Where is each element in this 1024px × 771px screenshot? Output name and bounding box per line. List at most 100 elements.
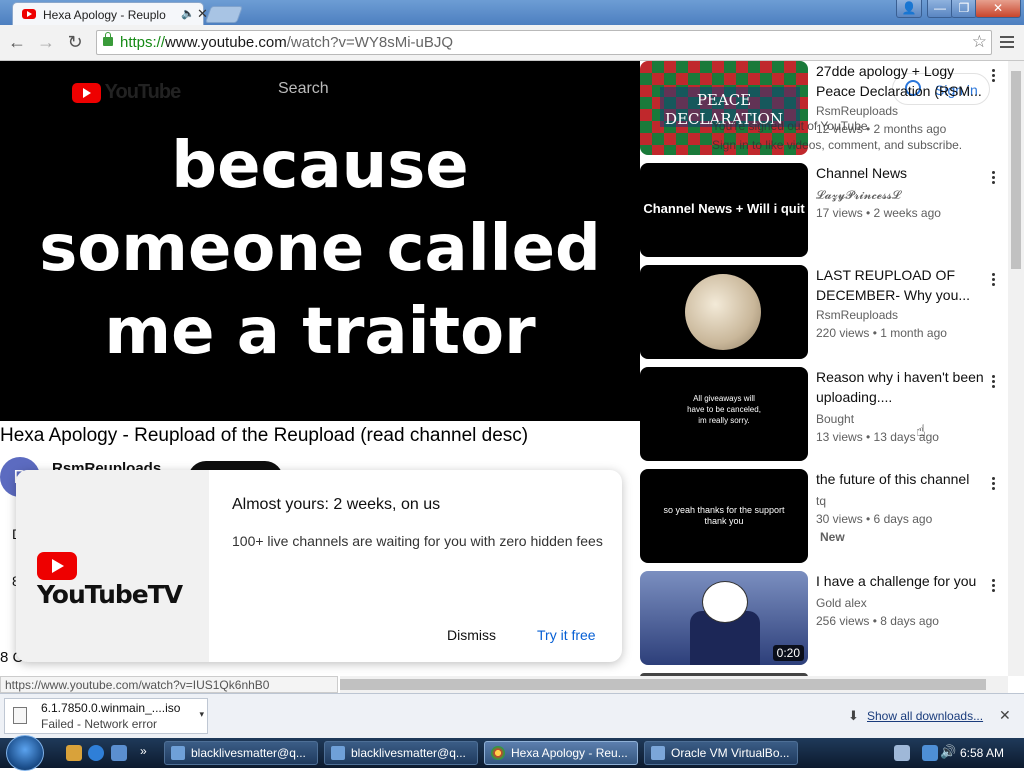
more-options-icon[interactable] xyxy=(992,577,996,594)
planet-image xyxy=(685,274,761,350)
display-icon[interactable] xyxy=(922,745,938,761)
recommendation-item[interactable]: LAST REUPLOAD OF DECEMBER- Why you... Rs… xyxy=(640,265,1010,361)
recommendation-channel[interactable]: tq xyxy=(816,494,826,508)
new-badge: New xyxy=(820,530,845,544)
reload-icon[interactable]: ↻ xyxy=(64,31,86,53)
horizontal-scrollbar[interactable] xyxy=(340,676,1008,693)
recommendation-channel[interactable]: Bought xyxy=(816,412,854,426)
thumbnail-text: Channel News + Will i quit xyxy=(643,201,805,216)
thumbnail-text: so yeah thanks for the support thank you xyxy=(663,505,785,526)
horizontal-scrollbar-thumb[interactable] xyxy=(340,679,986,690)
recommendation-meta: 17 views • 2 weeks ago xyxy=(816,206,941,220)
recommendation-title[interactable]: LAST REUPLOAD OF DECEMBER- Why you... xyxy=(816,265,988,305)
windows-taskbar: » blacklivesmatter@q... blacklivesmatter… xyxy=(0,735,1024,771)
recommendation-title[interactable]: the future of this channel xyxy=(816,469,988,489)
youtube-play-icon xyxy=(72,82,101,103)
try-it-free-button[interactable]: Try it free xyxy=(537,627,596,643)
recommendation-title[interactable]: Channel News xyxy=(816,163,988,183)
tab-title: Hexa Apology - Reuplo xyxy=(43,8,166,22)
folder-icon[interactable] xyxy=(66,745,82,761)
chrome-menu-icon[interactable] xyxy=(998,33,1016,51)
bookmark-star-icon[interactable]: ☆ xyxy=(972,32,987,52)
browser-tab[interactable]: Hexa Apology - Reuplo 🔈 ✕ xyxy=(12,2,208,25)
network-icon[interactable] xyxy=(894,745,910,761)
download-icon: ⬇ xyxy=(848,708,859,723)
taskbar-item[interactable]: blacklivesmatter@q... xyxy=(164,741,318,765)
video-player[interactable]: YouTube Search because someone called me… xyxy=(0,61,640,421)
video-thumbnail[interactable] xyxy=(640,265,808,359)
youtube-favicon-icon xyxy=(22,9,36,19)
new-tab-button[interactable] xyxy=(204,6,244,23)
forward-arrow-icon[interactable]: → xyxy=(35,31,57,53)
video-thumbnail[interactable]: so yeah thanks for the support thank you xyxy=(640,469,808,563)
taskbar-item[interactable]: Oracle VM VirtualBo... xyxy=(644,741,798,765)
download-status: Failed - Network error xyxy=(41,717,158,731)
signed-out-notice: You're signed out of YouTube xyxy=(712,119,868,133)
more-options-icon[interactable] xyxy=(992,169,996,186)
maximize-button[interactable]: ❐ xyxy=(951,0,977,18)
url-text: https://www.youtube.com/watch?v=WY8sMi-u… xyxy=(120,34,454,51)
recommendation-channel[interactable]: RsmReuploads xyxy=(816,104,898,118)
download-shelf: 6.1.7850.0.winmain_....iso Failed - Netw… xyxy=(0,693,1024,739)
minimize-button[interactable]: — xyxy=(927,0,953,18)
start-button[interactable] xyxy=(6,735,44,771)
show-all-downloads-link[interactable]: Show all downloads... xyxy=(867,709,983,723)
youtube-tv-logo: YouTubeTV xyxy=(37,552,209,609)
recommendation-item[interactable]: All giveaways will have to be canceled, … xyxy=(640,367,1010,463)
taskbar-clock[interactable]: 6:58 AM xyxy=(960,746,1004,760)
back-arrow-icon[interactable]: ← xyxy=(6,31,28,53)
lock-icon xyxy=(103,32,113,46)
window-close-button[interactable]: ✕ xyxy=(975,0,1021,18)
video-thumbnail[interactable]: 0:20 xyxy=(640,571,808,665)
dismiss-button[interactable]: Dismiss xyxy=(447,627,496,643)
download-filename: 6.1.7850.0.winmain_....iso xyxy=(41,701,181,715)
close-icon[interactable]: ✕ xyxy=(999,707,1011,724)
browser-icon[interactable] xyxy=(88,745,104,761)
speaker-icon: 🔈 xyxy=(181,8,195,20)
recommendation-channel[interactable]: RsmReuploads xyxy=(816,308,898,322)
recommendation-item[interactable]: 0:20 I have a challenge for you Gold ale… xyxy=(640,571,1010,667)
video-thumbnail[interactable]: All giveaways will have to be canceled, … xyxy=(640,367,808,461)
address-bar[interactable]: https://www.youtube.com/watch?v=WY8sMi-u… xyxy=(96,30,992,55)
vertical-scrollbar-thumb[interactable] xyxy=(1011,71,1021,269)
hand-cursor-icon: ☝ xyxy=(916,423,926,440)
video-thumbnail[interactable]: Channel News + Will i quit xyxy=(640,163,808,257)
taskbar-item[interactable]: blacklivesmatter@q... xyxy=(324,741,478,765)
vertical-scrollbar[interactable] xyxy=(1008,61,1024,676)
more-options-icon[interactable] xyxy=(992,67,996,84)
recommendation-channel[interactable]: Gold alex xyxy=(816,596,867,610)
video-duration: 0:20 xyxy=(772,645,804,661)
recommendation-meta: 30 views • 6 days ago xyxy=(816,512,933,526)
search-label[interactable]: Search xyxy=(278,80,329,98)
more-options-icon[interactable] xyxy=(992,475,996,492)
recommendation-meta: 220 views • 1 month ago xyxy=(816,326,947,340)
chevron-down-icon[interactable]: ▾ xyxy=(199,709,204,720)
status-bubble-url: https://www.youtube.com/watch?v=IUS1Qk6n… xyxy=(0,676,338,693)
signed-out-hint: Sign in to like videos, comment, and sub… xyxy=(712,138,963,152)
promo-body: 100+ live channels are waiting for you w… xyxy=(232,533,603,549)
more-quicklaunch-icon[interactable]: » xyxy=(140,744,147,758)
recommendation-title[interactable]: 27dde apology + Logy Peace Declaration (… xyxy=(816,61,988,101)
recommendation-meta: 256 views • 8 days ago xyxy=(816,614,939,628)
video-caption: because someone called me a traitor xyxy=(39,129,601,369)
show-desktop-icon[interactable] xyxy=(111,745,127,761)
taskbar-item[interactable]: Hexa Apology - Reu... xyxy=(484,741,638,765)
meme-face-icon xyxy=(702,581,748,623)
recommendation-item[interactable]: Channel News + Will i quit Channel News … xyxy=(640,163,1010,259)
more-options-icon[interactable] xyxy=(992,373,996,390)
download-item[interactable]: 6.1.7850.0.winmain_....iso Failed - Netw… xyxy=(4,698,208,734)
video-title: Hexa Apology - Reupload of the Reupload … xyxy=(0,425,529,446)
youtube-tv-promo-dialog: YouTubeTV Almost yours: 2 weeks, on us 1… xyxy=(16,470,622,662)
more-options-icon[interactable] xyxy=(992,271,996,288)
file-icon xyxy=(13,707,27,724)
promo-image-panel: YouTubeTV xyxy=(16,470,209,662)
recommendation-title[interactable]: Reason why i haven't been uploading.... xyxy=(816,367,988,407)
volume-icon[interactable]: 🔊 xyxy=(940,744,956,760)
recommendation-title[interactable]: I have a challenge for you xyxy=(816,571,988,591)
recommendation-item[interactable]: so yeah thanks for the support thank you… xyxy=(640,469,1010,565)
recommendation-channel[interactable]: 𝓛𝓪𝔃𝔂𝓟𝓻𝓲𝓷𝓬𝓮𝓼𝓼𝓛 xyxy=(816,188,901,203)
youtube-play-icon xyxy=(37,552,77,580)
youtube-logo[interactable]: YouTube xyxy=(72,81,181,104)
promo-title: Almost yours: 2 weeks, on us xyxy=(232,496,441,513)
profile-icon[interactable]: 👤 xyxy=(896,0,922,18)
